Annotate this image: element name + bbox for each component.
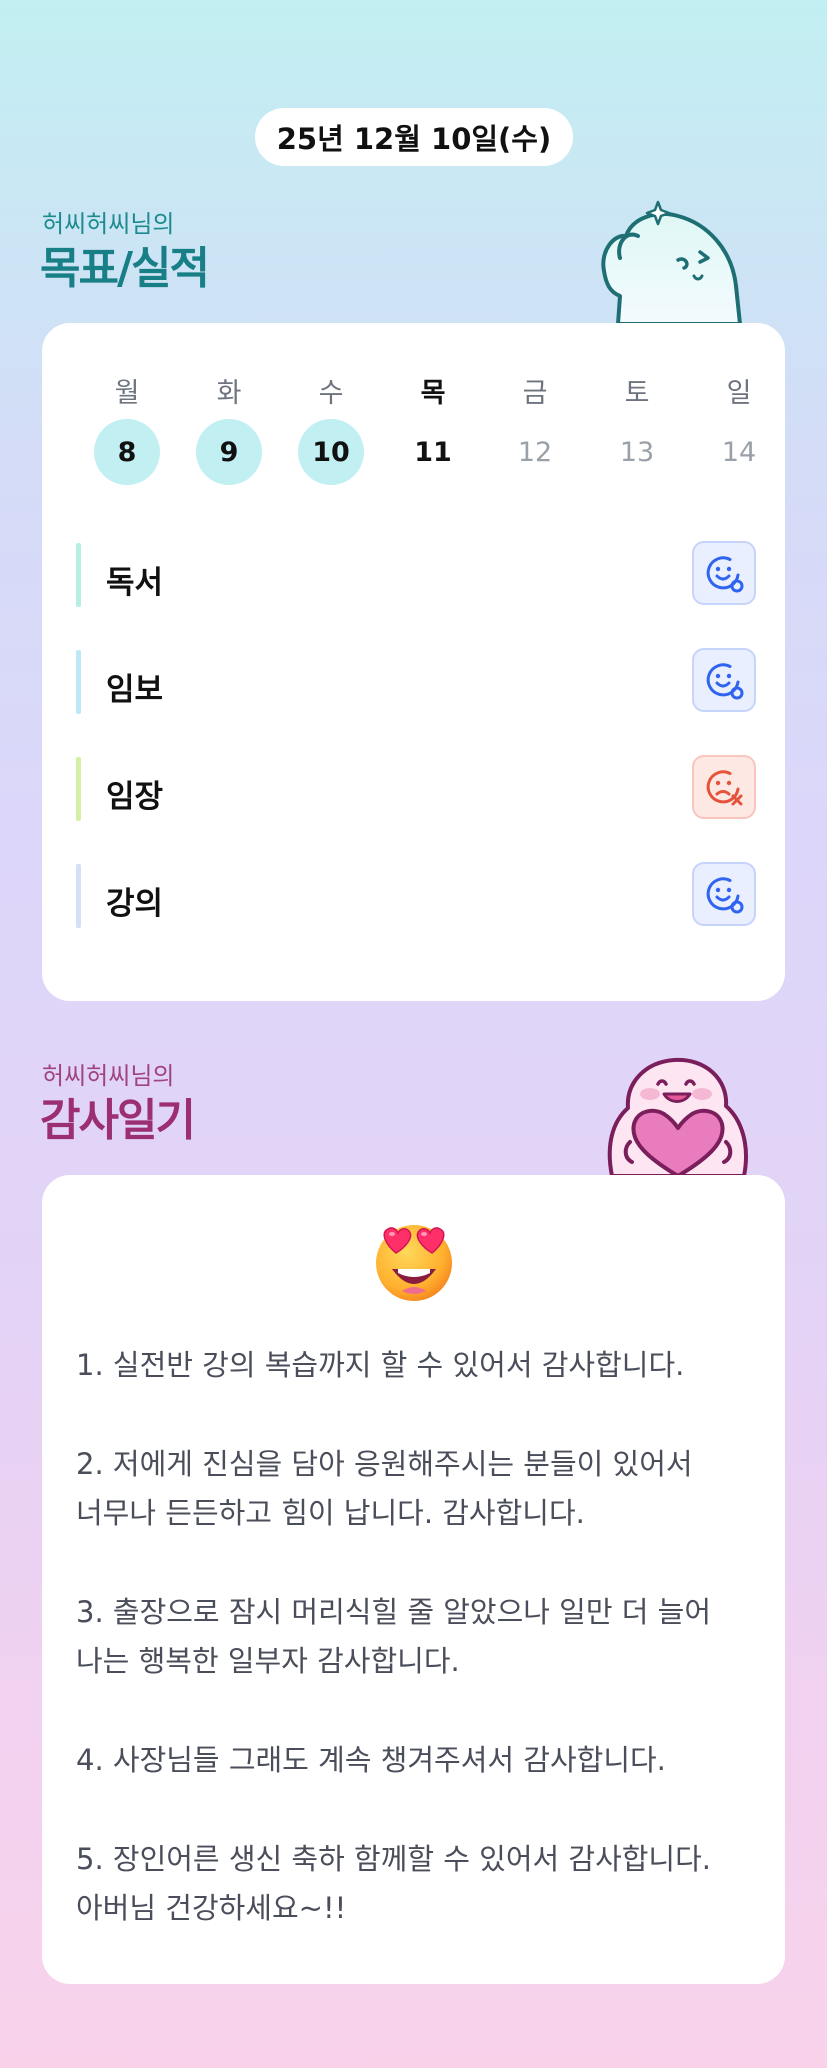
day-column[interactable]: 토 13 <box>586 371 688 485</box>
smile-success-icon[interactable] <box>692 541 756 605</box>
goal-color-bar <box>76 650 81 714</box>
day-column[interactable]: 수 10 <box>280 371 382 485</box>
gratitude-entry: 1. 실전반 강의 복습까지 할 수 있어서 감사합니다. <box>76 1348 685 1382</box>
day-label: 금 <box>522 378 548 409</box>
day-number[interactable]: 13 <box>604 419 670 485</box>
day-label: 수 <box>318 378 344 409</box>
goal-color-bar <box>76 543 81 607</box>
smile-success-icon[interactable] <box>692 648 756 712</box>
day-column[interactable]: 목 11 <box>382 371 484 485</box>
gratitude-entry: 4. 사장님들 그래도 계속 챙겨주셔서 감사합니다. <box>76 1743 666 1777</box>
gratitude-entry: 3. 출장으로 잠시 머리식힐 줄 알았으나 일만 더 늘어 나는 행복한 일부… <box>76 1595 712 1678</box>
day-number[interactable]: 9 <box>196 419 262 485</box>
day-label: 목 <box>420 378 446 409</box>
goal-row[interactable]: 강의 <box>76 862 756 930</box>
day-column[interactable]: 월8 <box>76 371 178 485</box>
gratitude-card: 1. 실전반 강의 복습까지 할 수 있어서 감사합니다. 2. 저에게 진심을 … <box>42 1175 785 1984</box>
goal-label: 임보 <box>106 672 164 708</box>
day-number[interactable]: 10 <box>298 419 364 485</box>
goals-title: 목표/실적 <box>40 243 210 294</box>
gratitude-title: 감사일기 <box>40 1095 196 1146</box>
day-number[interactable]: 8 <box>94 419 160 485</box>
day-label: 월 <box>114 378 140 409</box>
day-label: 화 <box>216 378 242 409</box>
mint-mascot-illustration <box>601 200 742 324</box>
day-column[interactable]: 일 14 <box>688 371 790 485</box>
gratitude-entry: 5. 장인어른 생신 축하 함께할 수 있어서 감사합니다. 아버님 건강하세요… <box>76 1842 712 1925</box>
day-column[interactable]: 화9 <box>178 371 280 485</box>
goal-label: 독서 <box>106 565 164 601</box>
day-label: 일 <box>726 378 752 409</box>
week-calendar: 월 8 화 9 수 10 목 11 금 12 토 13 일 14 <box>76 371 790 485</box>
smile-success-icon[interactable] <box>692 862 756 926</box>
pink-mascot-heart-illustration <box>607 1057 748 1176</box>
heart-eyes-emoji-icon <box>376 1225 452 1301</box>
goal-list: 독서임보임장강의 <box>76 541 756 969</box>
day-label: 토 <box>624 378 650 409</box>
day-number[interactable]: 14 <box>706 419 772 485</box>
goal-label: 임장 <box>106 779 164 815</box>
date-text: 25년 12월 10일(수) <box>276 122 552 156</box>
goal-color-bar <box>76 757 81 821</box>
goal-row[interactable]: 임장 <box>76 755 756 823</box>
goal-color-bar <box>76 864 81 928</box>
goal-row[interactable]: 임보 <box>76 648 756 716</box>
date-pill: 25년 12월 10일(수) <box>255 108 573 166</box>
gratitude-entries: 1. 실전반 강의 복습까지 할 수 있어서 감사합니다. 2. 저에게 진심을 … <box>76 1341 756 1983</box>
day-number[interactable]: 11 <box>400 419 466 485</box>
day-column[interactable]: 금 12 <box>484 371 586 485</box>
sad-fail-icon[interactable] <box>692 755 756 819</box>
goals-card: 월 8 화 9 수 10 목 11 금 12 토 13 일 14 독서 임보 임장 강의 <box>42 323 785 1001</box>
goal-label: 강의 <box>106 886 164 922</box>
goal-row[interactable]: 독서 <box>76 541 756 609</box>
gratitude-entry: 2. 저에게 진심을 담아 응원해주시는 분들이 있어서 너무나 든든하고 힘이… <box>76 1447 693 1530</box>
day-number[interactable]: 12 <box>502 419 568 485</box>
